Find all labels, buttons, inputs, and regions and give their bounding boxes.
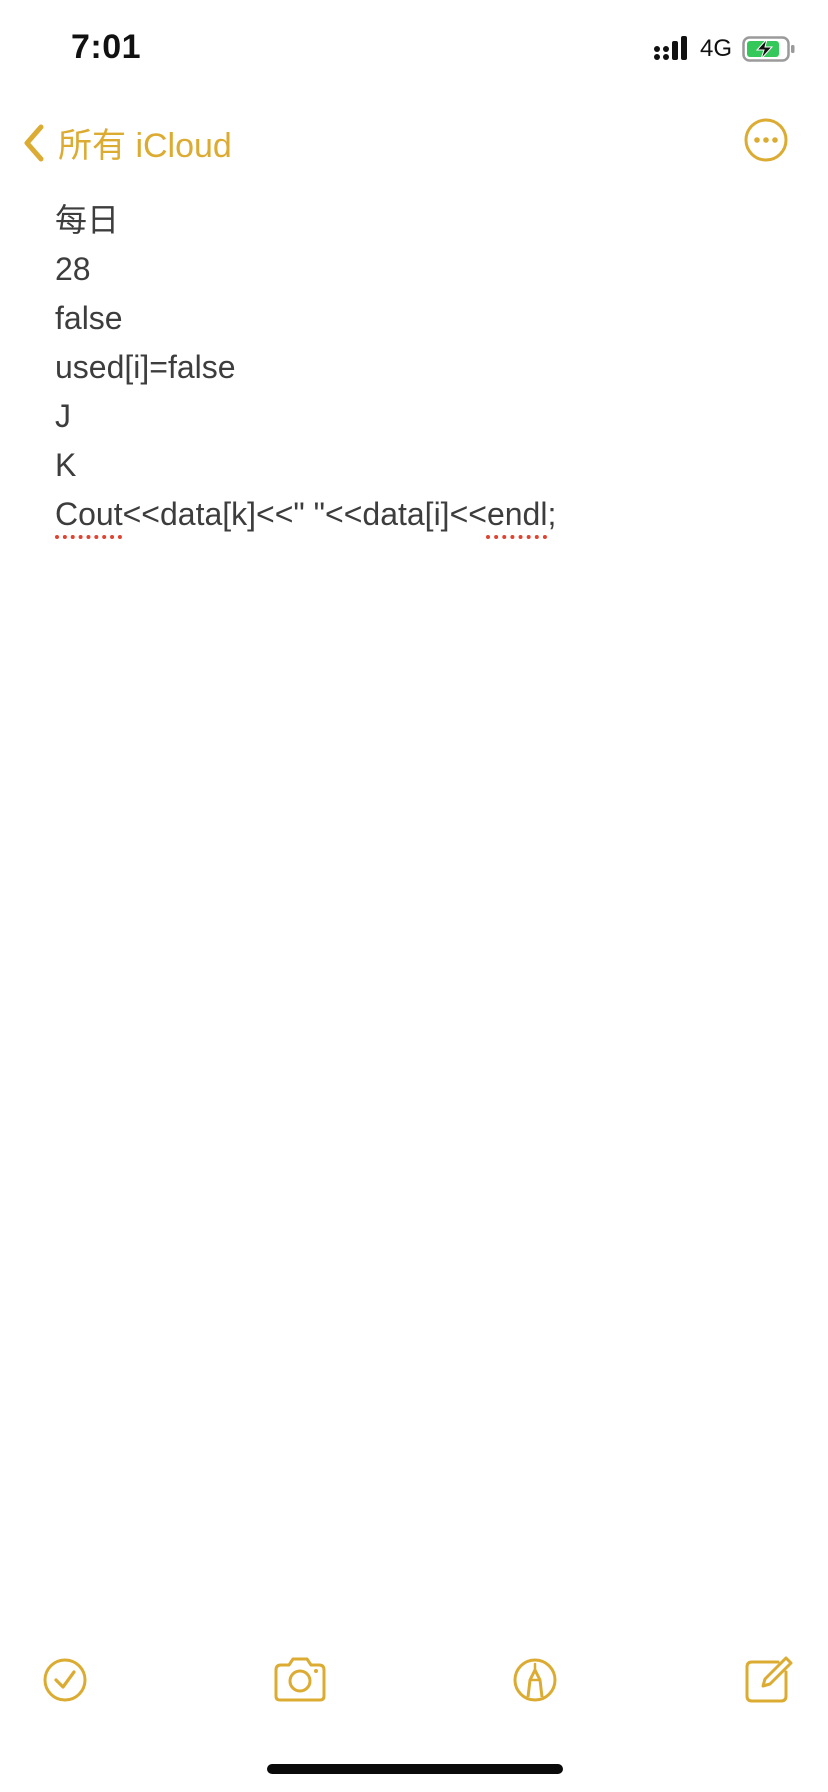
note-line[interactable]: used[i]=false: [55, 343, 795, 392]
note-line-code[interactable]: Cout<<data[k]<<" "<<data[i]<<endl;: [55, 490, 795, 539]
camera-icon[interactable]: [270, 1650, 330, 1710]
back-label: 所有 iCloud: [58, 127, 232, 165]
checklist-icon[interactable]: [35, 1650, 95, 1710]
chevron-left-icon: [24, 124, 44, 161]
status-time: 7:01: [71, 28, 142, 66]
ellipsis-circle-icon[interactable]: [744, 118, 788, 162]
home-indicator[interactable]: [267, 1764, 563, 1774]
note-line[interactable]: J: [55, 392, 795, 441]
battery-charging-icon: [742, 36, 795, 62]
note-line[interactable]: 每日: [55, 196, 795, 245]
status-bar: 7:01 4G: [0, 0, 828, 100]
misspelled-word[interactable]: Cout: [55, 496, 123, 532]
bottom-toolbar: [0, 1650, 828, 1710]
note-text-segment: ;: [547, 496, 557, 532]
markup-pen-icon[interactable]: [505, 1650, 565, 1710]
note-line[interactable]: K: [55, 441, 795, 490]
cellular-signal-icon: [653, 36, 687, 60]
nav-bar: 所有 iCloud: [0, 100, 828, 180]
note-text-segment: <<data[k]<<" "<<data[i]<<: [122, 496, 487, 532]
misspelled-word[interactable]: endl: [487, 496, 548, 532]
note-line[interactable]: 28: [55, 245, 795, 294]
back-button[interactable]: 所有 iCloud: [22, 118, 232, 167]
status-indicators: 4G: [653, 34, 796, 64]
network-type: 4G: [699, 35, 732, 62]
note-body[interactable]: 每日 28 false used[i]=false J K Cout<<data…: [55, 196, 795, 539]
compose-icon[interactable]: [738, 1650, 798, 1710]
note-line[interactable]: false: [55, 294, 795, 343]
